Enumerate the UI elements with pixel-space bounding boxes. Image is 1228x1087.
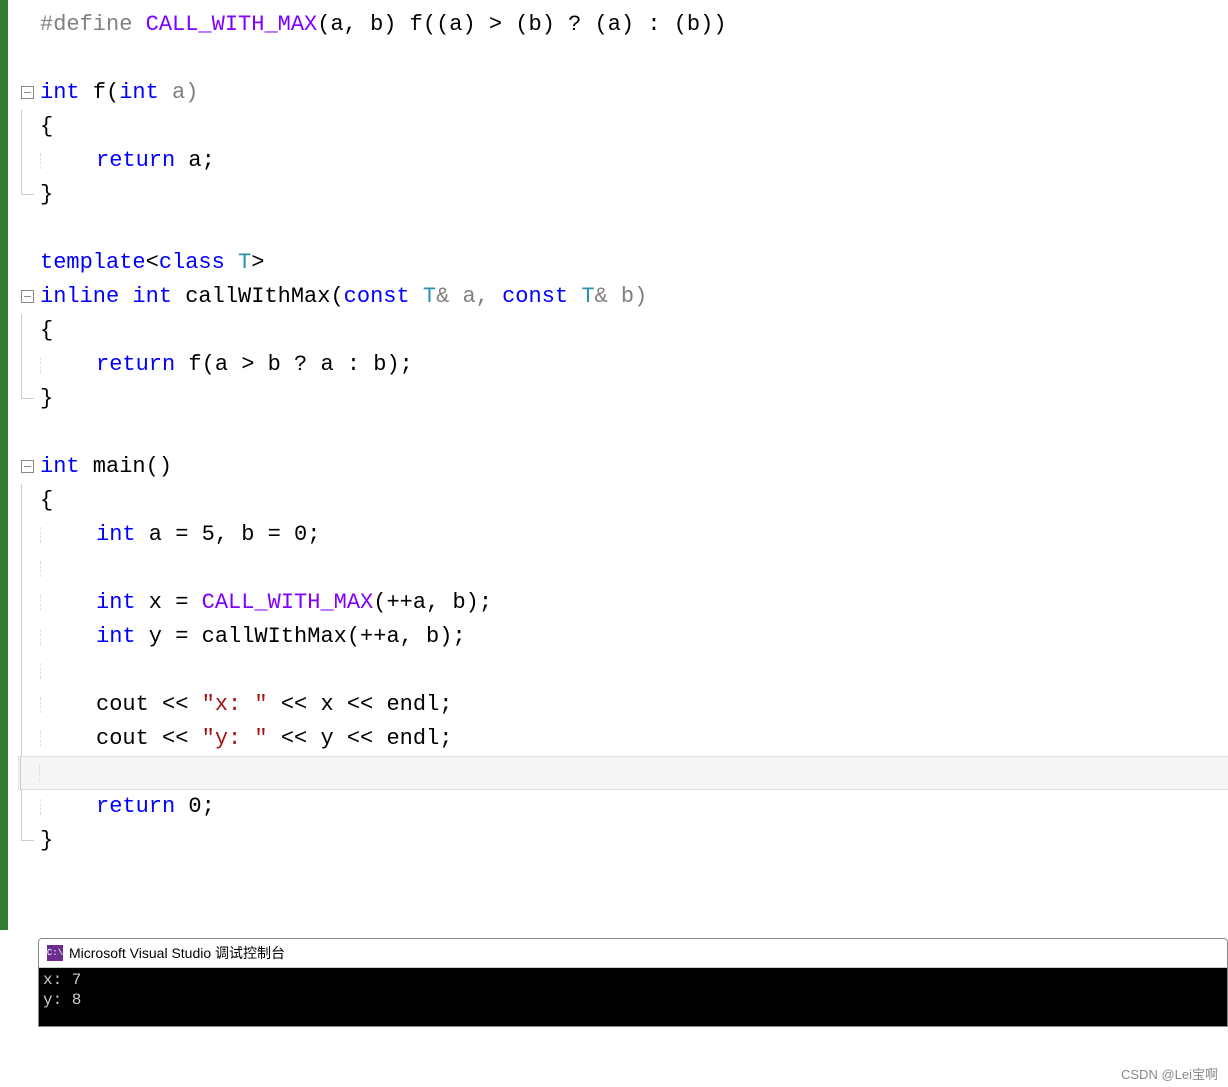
outline-guide <box>21 620 34 654</box>
code-line[interactable]: int x = CALL_WITH_MAX(++a, b); <box>20 586 1228 620</box>
fold-minus-icon[interactable] <box>21 290 34 303</box>
outline-guide <box>20 756 33 790</box>
debug-console-window[interactable]: C:\ Microsoft Visual Studio 调试控制台 x: 7 y… <box>38 938 1228 1027</box>
code-line-blank[interactable] <box>20 42 1228 76</box>
code-line[interactable]: { <box>20 314 1228 348</box>
watermark-text: CSDN @Lei宝啊 <box>1121 1064 1218 1083</box>
code-line[interactable]: } <box>20 178 1228 212</box>
outline-guide <box>21 348 34 382</box>
code-line[interactable]: cout << "x: " << x << endl; <box>20 688 1228 722</box>
macro-body: (a, b) f((a) > (b) ? (a) : (b)) <box>317 8 726 42</box>
outline-guide <box>21 110 34 144</box>
outline-guide <box>21 144 34 178</box>
code-line[interactable]: return f(a > b ? a : b); <box>20 348 1228 382</box>
code-line[interactable]: int f(int a) <box>20 76 1228 110</box>
fold-minus-icon[interactable] <box>21 460 34 473</box>
console-line: x: 7 <box>43 970 1223 990</box>
outline-guide <box>21 314 34 348</box>
code-line[interactable]: { <box>20 110 1228 144</box>
console-icon: C:\ <box>47 945 63 961</box>
preproc-directive: #define <box>40 8 132 42</box>
outline-guide <box>21 722 34 756</box>
outline-guide <box>21 552 34 586</box>
code-line[interactable]: int main() <box>20 450 1228 484</box>
code-line-blank[interactable] <box>20 552 1228 586</box>
console-output[interactable]: x: 7 y: 8 <box>39 968 1227 1026</box>
outline-guide <box>21 484 34 518</box>
outline-guide <box>21 790 34 824</box>
outline-end-icon <box>21 178 34 195</box>
code-line[interactable]: inline int callWIthMax(const T& a, const… <box>20 280 1228 314</box>
outline-guide <box>21 518 34 552</box>
code-line-blank[interactable] <box>20 654 1228 688</box>
outline-guide <box>21 688 34 722</box>
code-line-cursor[interactable] <box>18 756 1228 790</box>
macro-name: CALL_WITH_MAX <box>146 8 318 42</box>
code-text-area[interactable]: #define CALL_WITH_MAX(a, b) f((a) > (b) … <box>0 0 1228 858</box>
code-line[interactable]: int a = 5, b = 0; <box>20 518 1228 552</box>
code-line[interactable]: } <box>20 824 1228 858</box>
code-line[interactable]: int y = callWIthMax(++a, b); <box>20 620 1228 654</box>
code-line[interactable]: { <box>20 484 1228 518</box>
code-line-blank[interactable] <box>20 212 1228 246</box>
outline-end-icon <box>21 382 34 399</box>
outline-guide <box>21 654 34 688</box>
console-titlebar[interactable]: C:\ Microsoft Visual Studio 调试控制台 <box>39 939 1227 968</box>
code-line[interactable]: template<class T> <box>20 246 1228 280</box>
fold-minus-icon[interactable] <box>21 86 34 99</box>
outline-end-icon <box>21 824 34 841</box>
outline-guide <box>21 586 34 620</box>
code-line[interactable]: return 0; <box>20 790 1228 824</box>
console-title-text: Microsoft Visual Studio 调试控制台 <box>69 943 285 963</box>
code-line-blank[interactable] <box>20 416 1228 450</box>
code-line[interactable]: #define CALL_WITH_MAX(a, b) f((a) > (b) … <box>20 8 1228 42</box>
code-editor[interactable]: #define CALL_WITH_MAX(a, b) f((a) > (b) … <box>0 0 1228 930</box>
code-line[interactable]: cout << "y: " << y << endl; <box>20 722 1228 756</box>
console-line: y: 8 <box>43 990 1223 1010</box>
code-line[interactable]: return a; <box>20 144 1228 178</box>
code-line[interactable]: } <box>20 382 1228 416</box>
